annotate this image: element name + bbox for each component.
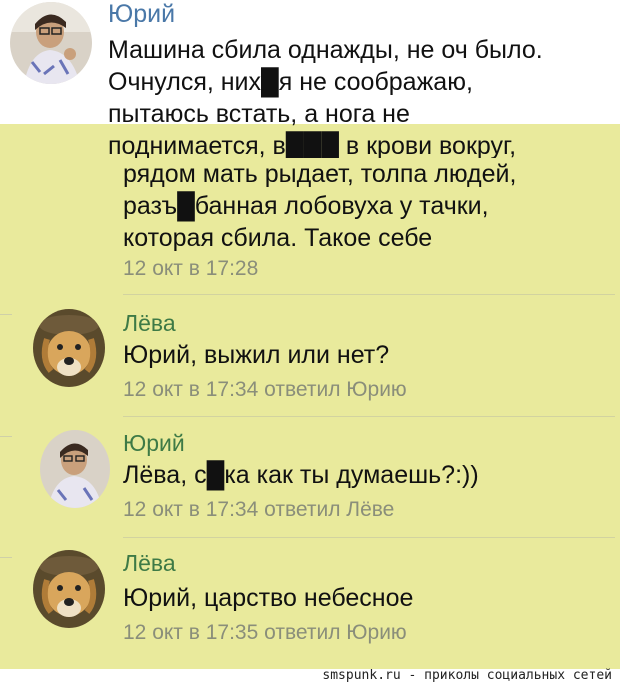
comment-timestamp[interactable]: 12 окт в 17:34 ответил Лёве [123,498,394,522]
comment-author[interactable]: Юрий [108,0,175,29]
comment-line: поднимается, в███ в крови вокруг, [108,132,517,158]
comment-author[interactable]: Лёва [123,550,176,577]
watermark: smspunk.ru - приколы социальных сетей [322,668,612,683]
avatar-leva[interactable] [33,550,105,628]
comment-text-continued: рядом мать рыдает, толпа людей, разъ█бан… [123,158,603,254]
avatar-leva[interactable] [33,309,105,387]
comment-author[interactable]: Юрий [123,430,185,457]
comment-text: Юрий, царство небесное [123,584,414,612]
divider [123,537,615,538]
comment-timestamp[interactable]: 12 окт в 17:35 ответил Юрию [123,621,407,645]
comment-timestamp[interactable]: 12 окт в 17:34 ответил Юрию [123,378,407,402]
divider-marker [0,557,12,558]
avatar-yuri[interactable] [10,2,92,84]
avatar-yuri[interactable] [40,430,110,508]
comment-line: пытаюсь встать, а нога не [108,100,410,128]
divider-marker [0,314,12,315]
comment-line: разъ█банная лобовуха у тачки, [123,192,489,220]
comment-line: Очнулся, них█я не соображаю, [108,68,473,96]
comment-line: которая сбила. Такое себе [123,224,433,252]
comment-text: Лёва, с█ка как ты думаешь?:)) [123,461,479,489]
divider-marker [0,436,12,437]
comment-line: Машина сбила однажды, не оч было. [108,36,543,64]
comment-timestamp[interactable]: 12 окт в 17:28 [123,257,258,281]
comment-author[interactable]: Лёва [123,310,176,337]
divider [123,294,615,295]
comment-text: Машина сбила однажды, не оч было. Очнулс… [108,34,608,158]
comment-text: Юрий, выжил или нет? [123,341,390,369]
comment-line: рядом мать рыдает, толпа людей, [123,160,517,188]
divider [123,416,615,417]
